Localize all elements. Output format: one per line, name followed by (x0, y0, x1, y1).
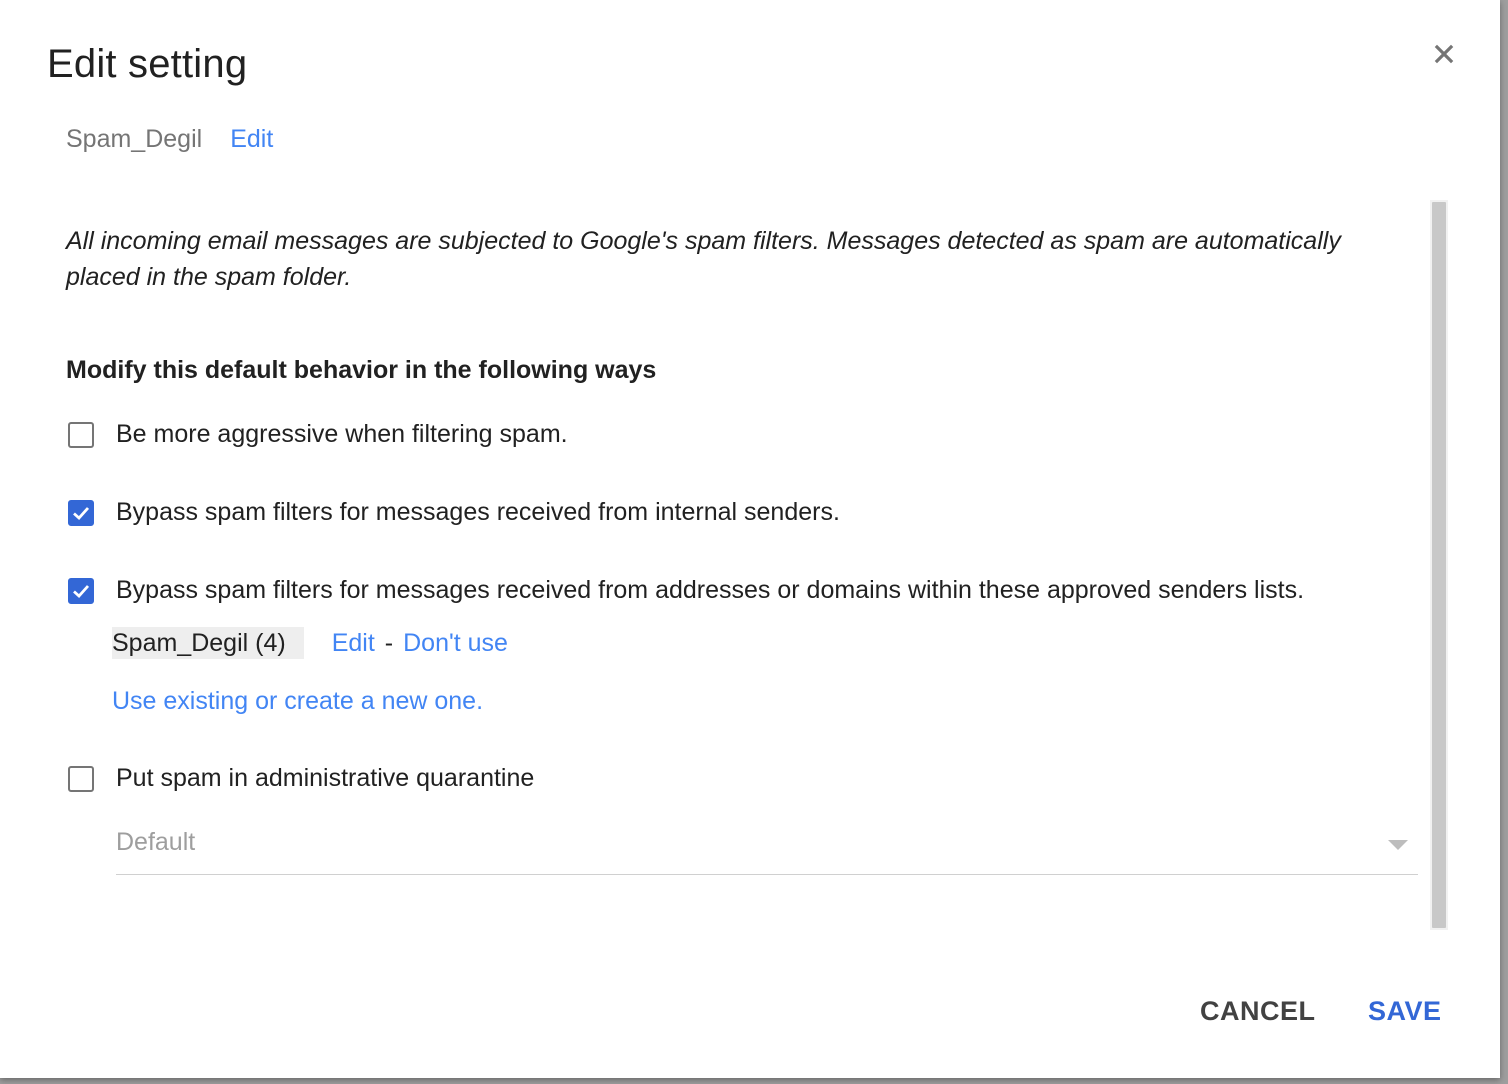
aggressive-filtering-label: Be more aggressive when filtering spam. (116, 420, 568, 448)
option-admin-quarantine[interactable]: Put spam in administrative quarantine (68, 764, 534, 793)
bypass-internal-checkbox[interactable] (68, 499, 94, 526)
option-bypass-internal[interactable]: Bypass spam filters for messages receive… (68, 498, 840, 527)
bypass-internal-label: Bypass spam filters for messages receive… (116, 498, 840, 526)
admin-quarantine-checkbox[interactable] (68, 765, 94, 792)
aggressive-filtering-checkbox[interactable] (68, 421, 94, 448)
save-button[interactable]: SAVE (1368, 996, 1442, 1027)
edit-setting-dialog: Edit setting Spam_Degil Edit All incoming… (0, 0, 1500, 1078)
close-icon[interactable] (1430, 40, 1458, 68)
approved-list-edit-link[interactable]: Edit (332, 629, 375, 658)
setting-name-row: Spam_Degil Edit (66, 125, 273, 154)
link-separator: - (384, 628, 394, 657)
setting-edit-link[interactable]: Edit (230, 125, 273, 153)
approved-list-row: Spam_Degil (4) Edit - Don't use (112, 627, 508, 659)
approved-list-chip: Spam_Degil (4) (112, 627, 304, 659)
quarantine-select[interactable]: Default (116, 826, 1418, 875)
bypass-approved-senders-label: Bypass spam filters for messages receive… (116, 576, 1305, 604)
quarantine-select-value: Default (116, 828, 196, 856)
spam-filter-description: All incoming email messages are subjecte… (66, 227, 1341, 291)
scrollbar-thumb[interactable] (1432, 202, 1446, 928)
option-aggressive-filtering[interactable]: Be more aggressive when filtering spam. (68, 420, 568, 449)
dropdown-arrow-icon (1388, 840, 1408, 850)
checkmark-icon (73, 584, 90, 598)
setting-name: Spam_Degil (66, 125, 203, 153)
bypass-approved-senders-checkbox[interactable] (68, 577, 94, 604)
dialog-title: Edit setting (47, 42, 248, 86)
section-heading: Modify this default behavior in the foll… (66, 356, 657, 384)
cancel-button[interactable]: CANCEL (1200, 996, 1316, 1027)
checkmark-icon (73, 506, 90, 520)
option-bypass-approved-senders[interactable]: Bypass spam filters for messages receive… (68, 576, 1304, 605)
use-existing-link[interactable]: Use existing or create a new one. (112, 687, 483, 716)
admin-quarantine-label: Put spam in administrative quarantine (116, 764, 535, 792)
close-icon-svg (1434, 44, 1454, 64)
dont-use-link[interactable]: Don't use (403, 629, 508, 658)
